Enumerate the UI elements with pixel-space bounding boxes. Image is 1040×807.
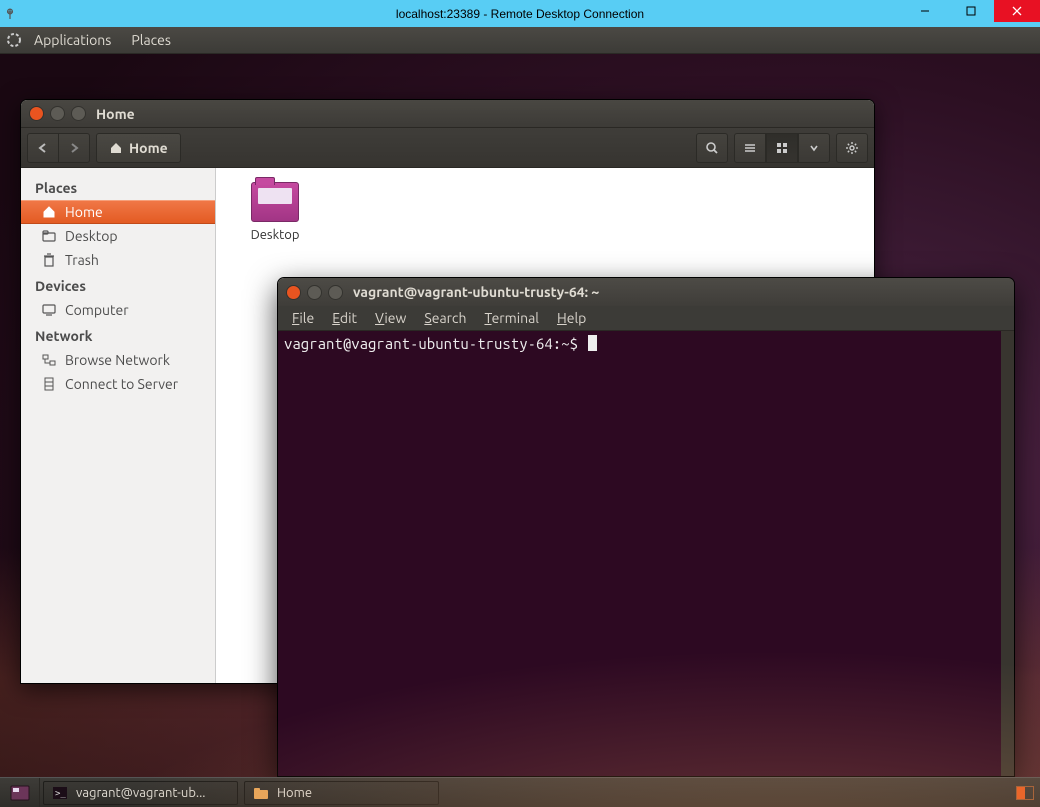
window-maximize-icon[interactable] — [328, 285, 343, 300]
minimize-button[interactable] — [902, 0, 948, 22]
back-button[interactable] — [27, 133, 59, 163]
folder-icon — [251, 182, 299, 222]
remote-desktop: Applications Places Home Home — [0, 27, 1040, 807]
close-button[interactable] — [994, 0, 1040, 22]
rdp-title: localhost:23389 - Remote Desktop Connect… — [0, 7, 1040, 21]
menu-file[interactable]: File — [284, 308, 322, 328]
trash-icon — [41, 252, 57, 268]
terminal-menubar: File Edit View Search Terminal Help — [278, 306, 1014, 331]
taskbar[interactable]: >_ vagrant@vagrant-ub... Home — [0, 777, 1040, 807]
window-close-icon[interactable] — [286, 285, 301, 300]
search-button[interactable] — [696, 133, 728, 163]
workspace-indicator[interactable] — [1016, 786, 1034, 800]
network-icon — [41, 352, 57, 368]
nautilus-title: Home — [96, 106, 135, 122]
sidebar-item-home[interactable]: Home — [21, 200, 215, 224]
terminal-titlebar[interactable]: vagrant@vagrant-ubuntu-trusty-64: ~ — [278, 278, 1014, 306]
menu-help[interactable]: Help — [549, 308, 594, 328]
path-label: Home — [129, 140, 168, 156]
rdp-window: localhost:23389 - Remote Desktop Connect… — [0, 0, 1040, 807]
nautilus-sidebar: Places Home Desktop Trash Devices — [21, 168, 216, 683]
show-desktop-button[interactable] — [0, 778, 40, 807]
applications-menu[interactable]: Applications — [24, 27, 121, 54]
window-maximize-icon[interactable] — [71, 106, 86, 121]
taskbar-item-home[interactable]: Home — [244, 781, 439, 805]
view-mode-group — [734, 133, 830, 163]
sidebar-item-label: Trash — [65, 252, 99, 268]
taskbar-item-label: Home — [277, 786, 312, 800]
view-more-button[interactable] — [798, 133, 830, 163]
terminal-icon: >_ — [52, 785, 68, 801]
sidebar-item-connect-server[interactable]: Connect to Server — [21, 372, 215, 396]
sidebar-item-computer[interactable]: Computer — [21, 298, 215, 322]
window-close-icon[interactable] — [29, 106, 44, 121]
grid-view-button[interactable] — [766, 133, 798, 163]
sidebar-item-label: Browse Network — [65, 352, 170, 368]
settings-button[interactable] — [836, 133, 868, 163]
server-icon — [41, 376, 57, 392]
folder-icon — [253, 785, 269, 801]
terminal-window[interactable]: vagrant@vagrant-ubuntu-trusty-64: ~ File… — [277, 277, 1015, 777]
path-home-button[interactable]: Home — [96, 133, 181, 163]
rdp-titlebar[interactable]: localhost:23389 - Remote Desktop Connect… — [0, 0, 1040, 27]
sidebar-item-label: Computer — [65, 302, 129, 318]
taskbar-item-label: vagrant@vagrant-ub... — [76, 786, 206, 800]
sidebar-item-desktop[interactable]: Desktop — [21, 224, 215, 248]
nautilus-titlebar[interactable]: Home — [21, 100, 874, 128]
home-icon — [41, 204, 57, 220]
terminal-title: vagrant@vagrant-ubuntu-trusty-64: ~ — [353, 284, 599, 300]
folder-label: Desktop — [251, 228, 300, 242]
sidebar-item-label: Connect to Server — [65, 376, 178, 392]
folder-desktop[interactable]: Desktop — [230, 182, 320, 242]
window-minimize-icon[interactable] — [50, 106, 65, 121]
menu-edit[interactable]: Edit — [324, 308, 365, 328]
terminal-prompt: vagrant@vagrant-ubuntu-trusty-64:~$ — [284, 335, 586, 352]
sidebar-item-label: Desktop — [65, 228, 118, 244]
sidebar-item-trash[interactable]: Trash — [21, 248, 215, 272]
devices-heading: Devices — [21, 272, 215, 298]
nautilus-toolbar: Home — [21, 128, 874, 168]
svg-text:>_: >_ — [55, 789, 66, 799]
places-menu[interactable]: Places — [121, 27, 181, 54]
computer-icon — [41, 302, 57, 318]
forward-button[interactable] — [58, 133, 90, 163]
taskbar-item-terminal[interactable]: >_ vagrant@vagrant-ub... — [43, 781, 238, 805]
window-minimize-icon[interactable] — [307, 285, 322, 300]
sidebar-item-browse-network[interactable]: Browse Network — [21, 348, 215, 372]
cursor-icon — [588, 335, 597, 351]
menu-search[interactable]: Search — [416, 308, 474, 328]
menu-terminal[interactable]: Terminal — [476, 308, 547, 328]
terminal-body[interactable]: vagrant@vagrant-ubuntu-trusty-64:~$ — [278, 331, 1014, 776]
home-icon — [109, 141, 123, 155]
maximize-button[interactable] — [948, 0, 994, 22]
network-heading: Network — [21, 322, 215, 348]
folder-icon — [41, 228, 57, 244]
sidebar-item-label: Home — [65, 204, 103, 220]
workspace-switcher[interactable] — [1016, 786, 1034, 800]
menu-view[interactable]: View — [367, 308, 414, 328]
activities-icon[interactable] — [4, 30, 24, 50]
list-view-button[interactable] — [734, 133, 766, 163]
places-heading: Places — [21, 174, 215, 200]
gnome-topbar[interactable]: Applications Places — [0, 27, 1040, 54]
